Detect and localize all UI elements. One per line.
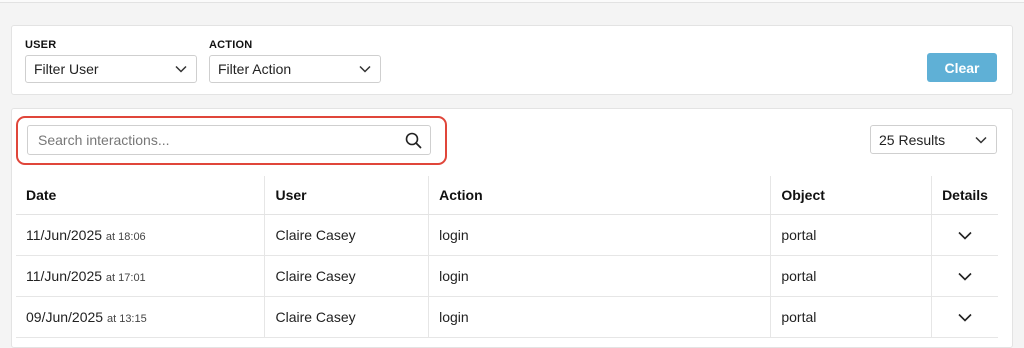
date-cell: 09/Jun/2025 at 13:15 xyxy=(16,296,265,338)
user-filter-value: Filter User xyxy=(34,61,99,77)
action-filter-value: Filter Action xyxy=(218,61,292,77)
time-value: at 17:01 xyxy=(105,271,146,284)
details-cell xyxy=(931,296,998,338)
search-field xyxy=(27,125,431,155)
column-header-details: Details xyxy=(931,176,998,215)
table-header-row: Date User Action Object Details xyxy=(16,176,998,215)
chevron-down-icon xyxy=(359,65,371,73)
results-count-value: 25 Results xyxy=(879,131,946,148)
table-row[interactable]: 11/Jun/2025 at 17:01 Claire Casey login … xyxy=(16,255,998,297)
user-filter-select[interactable]: Filter User xyxy=(25,55,197,83)
date-cell: 11/Jun/2025 at 18:06 xyxy=(16,214,265,256)
results-panel: 25 Results Date User Action Object Detai… xyxy=(11,108,1013,348)
column-header-date[interactable]: Date xyxy=(16,176,265,215)
object-cell: portal xyxy=(770,214,932,256)
object-cell: portal xyxy=(770,296,932,338)
column-header-object[interactable]: Object xyxy=(770,176,932,215)
time-value: at 18:06 xyxy=(105,230,146,243)
date-cell: 11/Jun/2025 at 17:01 xyxy=(16,255,265,297)
action-filter-group: ACTION Filter Action xyxy=(209,39,381,83)
action-filter-label: ACTION xyxy=(209,39,253,51)
column-header-action[interactable]: Action xyxy=(428,176,771,215)
time-value: at 13:15 xyxy=(106,312,147,325)
details-cell xyxy=(931,214,998,256)
search-icon[interactable] xyxy=(405,132,422,149)
date-value: 11/Jun/2025 xyxy=(26,267,103,284)
object-cell: portal xyxy=(770,255,932,297)
results-per-page-select[interactable]: 25 Results xyxy=(870,125,997,154)
action-cell: login xyxy=(428,255,771,297)
action-cell: login xyxy=(428,296,771,338)
top-bar xyxy=(0,0,1024,3)
details-cell xyxy=(931,255,998,297)
user-cell: Claire Casey xyxy=(264,296,429,338)
filter-panel: USER Filter User ACTION Filter Action Cl… xyxy=(11,25,1013,95)
search-input[interactable] xyxy=(28,126,398,154)
clear-button[interactable]: Clear xyxy=(927,53,997,82)
user-filter-label: USER xyxy=(25,39,57,51)
interactions-table: Date User Action Object Details 11/Jun/2… xyxy=(16,176,998,338)
chevron-down-icon xyxy=(175,65,187,73)
action-filter-select[interactable]: Filter Action xyxy=(209,55,381,83)
action-cell: login xyxy=(428,214,771,256)
expand-chevron-icon[interactable] xyxy=(958,227,972,240)
user-filter-group: USER Filter User xyxy=(25,39,197,83)
date-value: 09/Jun/2025 xyxy=(26,308,104,325)
chevron-down-icon xyxy=(975,136,987,144)
table-row[interactable]: 11/Jun/2025 at 18:06 Claire Casey login … xyxy=(16,214,998,256)
date-value: 11/Jun/2025 xyxy=(26,226,103,243)
table-row[interactable]: 09/Jun/2025 at 13:15 Claire Casey login … xyxy=(16,296,998,338)
user-cell: Claire Casey xyxy=(264,255,429,297)
user-cell: Claire Casey xyxy=(264,214,429,256)
expand-chevron-icon[interactable] xyxy=(958,268,972,281)
column-header-user[interactable]: User xyxy=(264,176,429,215)
expand-chevron-icon[interactable] xyxy=(958,309,972,322)
